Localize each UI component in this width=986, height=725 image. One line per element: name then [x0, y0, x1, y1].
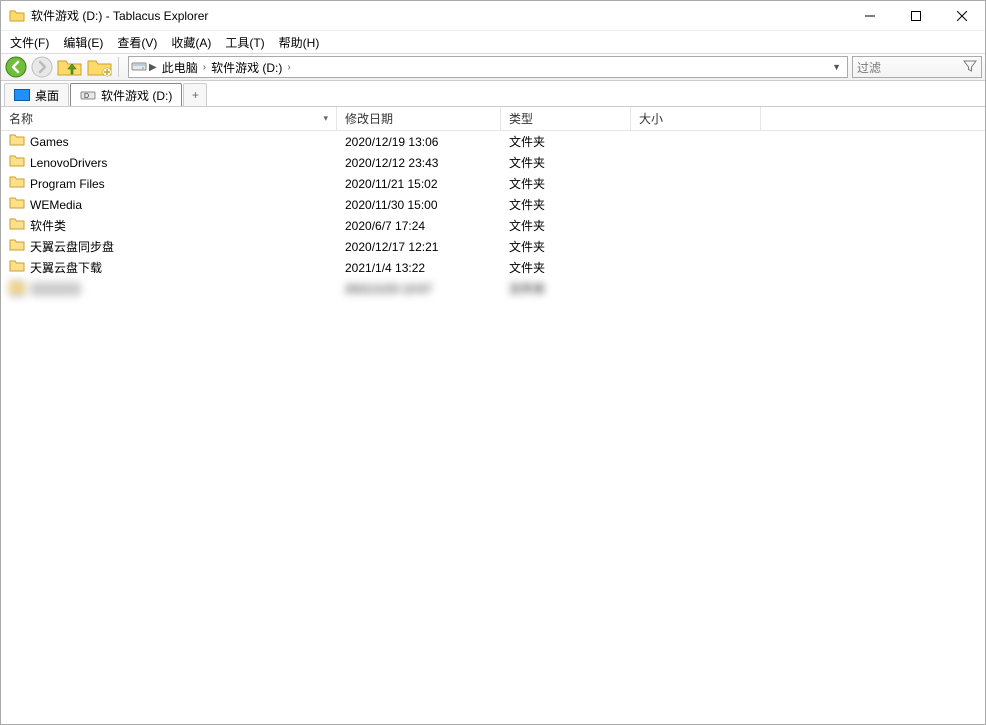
- svg-text:D: D: [84, 93, 89, 100]
- folder-icon: [9, 280, 25, 297]
- cell-name: LenovoDrivers: [1, 154, 337, 171]
- tab-drive-d[interactable]: D 软件游戏 (D:): [70, 83, 182, 106]
- folder-icon: [9, 196, 25, 213]
- filter-placeholder: 过滤: [857, 59, 881, 76]
- cell-date: 2021/1/23 13:57: [337, 282, 501, 296]
- cell-date: 2020/12/17 12:21: [337, 240, 501, 254]
- cell-type: 文件夹: [501, 238, 631, 255]
- table-row[interactable]: 天翼云盘下载 2021/1/4 13:22文件夹: [1, 257, 985, 278]
- folder-icon: [9, 8, 25, 24]
- column-date[interactable]: 修改日期: [337, 107, 501, 130]
- cell-date: 2020/11/21 15:02: [337, 177, 501, 191]
- tab-label: 软件游戏 (D:): [101, 87, 172, 104]
- folder-icon: [9, 238, 25, 255]
- file-name: 天翼云盘同步盘: [30, 238, 114, 255]
- file-name: Program Files: [30, 177, 105, 191]
- cell-type: 文件夹: [501, 175, 631, 192]
- file-name: 软件类: [30, 217, 66, 234]
- up-button[interactable]: [56, 55, 84, 79]
- new-folder-button[interactable]: [86, 55, 114, 79]
- folder-icon: [9, 259, 25, 276]
- plus-icon: +: [192, 88, 199, 102]
- funnel-icon[interactable]: [963, 59, 977, 76]
- cell-type: 文件夹: [501, 280, 631, 297]
- table-row[interactable]: 软件类 2020/6/7 17:24文件夹: [1, 215, 985, 236]
- titlebar: 软件游戏 (D:) - Tablacus Explorer: [1, 1, 985, 31]
- cell-type: 文件夹: [501, 154, 631, 171]
- chevron-right-icon[interactable]: ›: [201, 62, 208, 73]
- folder-icon: [9, 217, 25, 234]
- menu-file[interactable]: 文件(F): [3, 32, 56, 53]
- menu-help[interactable]: 帮助(H): [272, 32, 327, 53]
- back-button[interactable]: [4, 55, 28, 79]
- folder-icon: [9, 133, 25, 150]
- forward-button[interactable]: [30, 55, 54, 79]
- chevron-right-icon[interactable]: ›: [285, 62, 292, 73]
- table-row[interactable]: ██████ 2021/1/23 13:57文件夹: [1, 278, 985, 299]
- cell-name: Program Files: [1, 175, 337, 192]
- folder-icon: [9, 154, 25, 171]
- table-row[interactable]: Games 2020/12/19 13:06文件夹: [1, 131, 985, 152]
- cell-type: 文件夹: [501, 196, 631, 213]
- menu-favorites[interactable]: 收藏(A): [164, 32, 218, 53]
- minimize-button[interactable]: [847, 1, 893, 31]
- cell-name: ██████: [1, 280, 337, 297]
- column-type[interactable]: 类型: [501, 107, 631, 130]
- maximize-button[interactable]: [893, 1, 939, 31]
- chevron-right-icon[interactable]: ▶: [147, 62, 159, 73]
- cell-name: Games: [1, 133, 337, 150]
- menubar: 文件(F) 编辑(E) 查看(V) 收藏(A) 工具(T) 帮助(H): [1, 31, 985, 53]
- tab-desktop[interactable]: 桌面: [4, 83, 69, 106]
- menu-view[interactable]: 查看(V): [110, 32, 164, 53]
- desktop-icon: [14, 88, 30, 102]
- drive-icon: D: [80, 88, 96, 102]
- address-bar[interactable]: ▶ 此电脑 › 软件游戏 (D:) › ▼: [128, 56, 848, 78]
- column-name-label: 名称: [9, 110, 33, 127]
- close-button[interactable]: [939, 1, 985, 31]
- cell-date: 2021/1/4 13:22: [337, 261, 501, 275]
- table-row[interactable]: LenovoDrivers 2020/12/12 23:43文件夹: [1, 152, 985, 173]
- window-title: 软件游戏 (D:) - Tablacus Explorer: [31, 7, 208, 24]
- file-name: 天翼云盘下载: [30, 259, 102, 276]
- tab-label: 桌面: [35, 87, 59, 104]
- sort-indicator-icon: ▾: [323, 113, 328, 124]
- file-name: Games: [30, 135, 69, 149]
- column-date-label: 修改日期: [345, 110, 393, 127]
- file-name: ██████: [30, 282, 81, 296]
- breadcrumb-root[interactable]: 此电脑: [159, 59, 201, 76]
- cell-type: 文件夹: [501, 217, 631, 234]
- cell-date: 2020/6/7 17:24: [337, 219, 501, 233]
- column-size[interactable]: 大小: [631, 107, 761, 130]
- cell-name: 天翼云盘同步盘: [1, 238, 337, 255]
- table-row[interactable]: WEMedia 2020/11/30 15:00文件夹: [1, 194, 985, 215]
- toolbar: ▶ 此电脑 › 软件游戏 (D:) › ▼ 过滤: [1, 53, 985, 81]
- breadcrumb-drive[interactable]: 软件游戏 (D:): [208, 59, 285, 76]
- menu-tools[interactable]: 工具(T): [218, 32, 271, 53]
- table-row[interactable]: 天翼云盘同步盘 2020/12/17 12:21文件夹: [1, 236, 985, 257]
- cell-name: 软件类: [1, 217, 337, 234]
- address-dropdown-icon[interactable]: ▼: [828, 62, 845, 72]
- cell-type: 文件夹: [501, 133, 631, 150]
- cell-date: 2020/11/30 15:00: [337, 198, 501, 212]
- table-row[interactable]: Program Files 2020/11/21 15:02文件夹: [1, 173, 985, 194]
- column-header: 名称 ▾ 修改日期 类型 大小: [1, 107, 985, 131]
- cell-date: 2020/12/19 13:06: [337, 135, 501, 149]
- tab-strip: 桌面 D 软件游戏 (D:) +: [1, 81, 985, 107]
- toolbar-separator: [118, 57, 124, 77]
- column-name[interactable]: 名称 ▾: [1, 107, 337, 130]
- cell-name: 天翼云盘下载: [1, 259, 337, 276]
- cell-date: 2020/12/12 23:43: [337, 156, 501, 170]
- file-name: WEMedia: [30, 198, 82, 212]
- cell-name: WEMedia: [1, 196, 337, 213]
- folder-icon: [9, 175, 25, 192]
- column-type-label: 类型: [509, 110, 533, 127]
- cell-type: 文件夹: [501, 259, 631, 276]
- file-name: LenovoDrivers: [30, 156, 107, 170]
- filter-input[interactable]: 过滤: [852, 56, 982, 78]
- drive-icon: [131, 58, 147, 77]
- column-size-label: 大小: [639, 110, 663, 127]
- new-tab-button[interactable]: +: [183, 83, 207, 106]
- file-list[interactable]: Games2020/12/19 13:06文件夹LenovoDrivers202…: [1, 131, 985, 724]
- menu-edit[interactable]: 编辑(E): [56, 32, 110, 53]
